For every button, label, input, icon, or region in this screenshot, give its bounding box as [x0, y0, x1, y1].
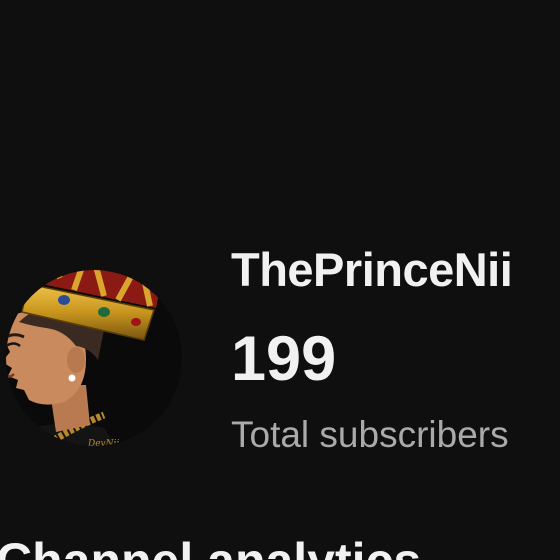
subscriber-count: 199: [231, 324, 337, 394]
channel-analytics-screen: DevNii ThePrinceNii 199 Total subscriber…: [0, 0, 560, 560]
section-title: Channel analytics: [0, 536, 421, 560]
svg-text:DevNii: DevNii: [87, 439, 119, 449]
channel-avatar[interactable]: DevNii: [0, 240, 184, 458]
subscriber-label: Total subscribers: [231, 414, 509, 455]
channel-name: ThePrinceNii: [231, 243, 513, 296]
crowned-prince-avatar-icon: DevNii: [6, 270, 182, 449]
